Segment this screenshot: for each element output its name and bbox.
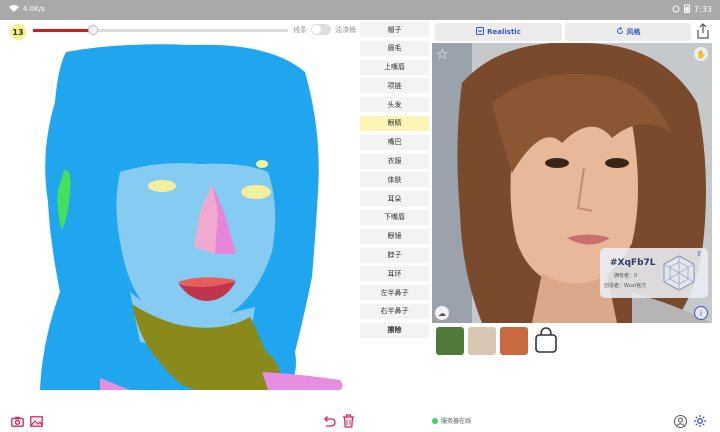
alarm-icon bbox=[672, 5, 680, 15]
label-neck[interactable]: 脖子 bbox=[360, 247, 429, 263]
realistic-label: Realistic bbox=[487, 28, 521, 36]
status-left: 4.0K/s bbox=[9, 4, 45, 14]
slider-handle[interactable] bbox=[88, 25, 98, 35]
creator-line: 创造者：Wuxi官方 bbox=[604, 283, 647, 289]
label-necklace[interactable]: 项链 bbox=[360, 78, 429, 94]
label-eyebrow[interactable]: 眉毛 bbox=[360, 40, 429, 56]
label-glasses[interactable]: 眼镜 bbox=[360, 228, 429, 244]
artwork-id: #XqFb7L bbox=[610, 258, 656, 268]
network-speed: 4.0K/s bbox=[23, 5, 45, 13]
trash-icon[interactable] bbox=[341, 413, 356, 428]
mode-line-label: 线条 bbox=[293, 25, 307, 34]
status-bar: 4.0K/s 7:33 bbox=[0, 0, 720, 20]
clock: 7:33 bbox=[694, 5, 712, 14]
eye-left bbox=[148, 180, 176, 192]
wifi-icon bbox=[9, 4, 19, 14]
label-left-nose[interactable]: 左半鼻子 bbox=[360, 285, 429, 301]
toggle-knob bbox=[312, 25, 321, 34]
mode-bucket-label: 油漆桶 bbox=[335, 25, 356, 34]
label-palette: 帽子 眉毛 上嘴唇 项链 头发 眼睛 嘴巴 衣服 体肤 耳朵 下嘴唇 眼镜 脖子… bbox=[360, 22, 430, 342]
drawing-canvas[interactable] bbox=[0, 42, 358, 392]
shopping-bag-icon[interactable] bbox=[533, 325, 559, 355]
server-online-dot bbox=[432, 417, 438, 424]
server-status-text: 服务器在线 bbox=[441, 418, 472, 425]
label-earring[interactable]: 耳环 bbox=[360, 266, 429, 282]
eyebrow-mark bbox=[256, 160, 268, 168]
share-icon[interactable] bbox=[695, 22, 711, 40]
undo-icon[interactable] bbox=[321, 413, 336, 428]
slider-fill bbox=[33, 29, 91, 32]
hexagon-attribute-icon bbox=[660, 254, 698, 292]
refresh-icon bbox=[616, 26, 624, 37]
upload-cloud-icon[interactable]: ☁ bbox=[435, 306, 449, 320]
camera-icon[interactable] bbox=[10, 414, 24, 428]
style-thumbnail-nature[interactable] bbox=[436, 327, 464, 355]
server-status: 服务器在线 bbox=[432, 416, 471, 425]
battery-icon bbox=[684, 4, 691, 15]
label-hair[interactable]: 头发 bbox=[360, 97, 429, 113]
style-thumbnail-sketch[interactable] bbox=[468, 327, 496, 355]
realistic-icon bbox=[476, 27, 485, 37]
label-mouth[interactable]: 嘴巴 bbox=[360, 134, 429, 150]
label-hat[interactable]: 帽子 bbox=[360, 22, 429, 37]
style-button[interactable]: 风格 bbox=[565, 23, 691, 41]
style-label: 风格 bbox=[626, 28, 641, 36]
mode-toggle[interactable] bbox=[311, 24, 331, 35]
favorite-star-icon[interactable]: ☆ bbox=[436, 47, 449, 63]
style-thumbnail-paint[interactable] bbox=[500, 327, 528, 355]
label-lower-lip[interactable]: 下嘴唇 bbox=[360, 209, 429, 225]
hand-tool-icon[interactable]: ✋ bbox=[694, 47, 708, 61]
label-skin[interactable]: 体肤 bbox=[360, 172, 429, 188]
draw-mode-switch[interactable]: 线条 油漆桶 bbox=[293, 24, 356, 35]
shoulder-region bbox=[262, 372, 343, 390]
gallery-icon[interactable] bbox=[29, 414, 43, 428]
brush-size-slider[interactable] bbox=[33, 25, 288, 35]
label-eyes[interactable]: 眼睛 bbox=[360, 115, 429, 131]
brush-size-badge[interactable]: 13 bbox=[10, 24, 26, 40]
label-ear[interactable]: 耳朵 bbox=[360, 191, 429, 207]
owner-line: 拥有者：0 bbox=[614, 273, 638, 279]
info-icon[interactable]: i bbox=[694, 306, 708, 320]
artwork-info-card: #XqFb7L 拥有者：0 创造者：Wuxi官方 ⇪ bbox=[600, 248, 708, 298]
status-right: 7:33 bbox=[672, 4, 712, 15]
realistic-button[interactable]: Realistic bbox=[435, 23, 562, 41]
card-share-icon[interactable]: ⇪ bbox=[696, 250, 702, 258]
label-erase[interactable]: 擦除 bbox=[360, 322, 429, 338]
label-upper-lip[interactable]: 上嘴唇 bbox=[360, 59, 429, 75]
settings-gear-icon[interactable] bbox=[692, 413, 707, 428]
user-icon[interactable] bbox=[673, 414, 687, 428]
label-clothes[interactable]: 衣服 bbox=[360, 153, 429, 169]
label-right-nose[interactable]: 右半鼻子 bbox=[360, 303, 429, 319]
eye-right bbox=[241, 185, 271, 199]
